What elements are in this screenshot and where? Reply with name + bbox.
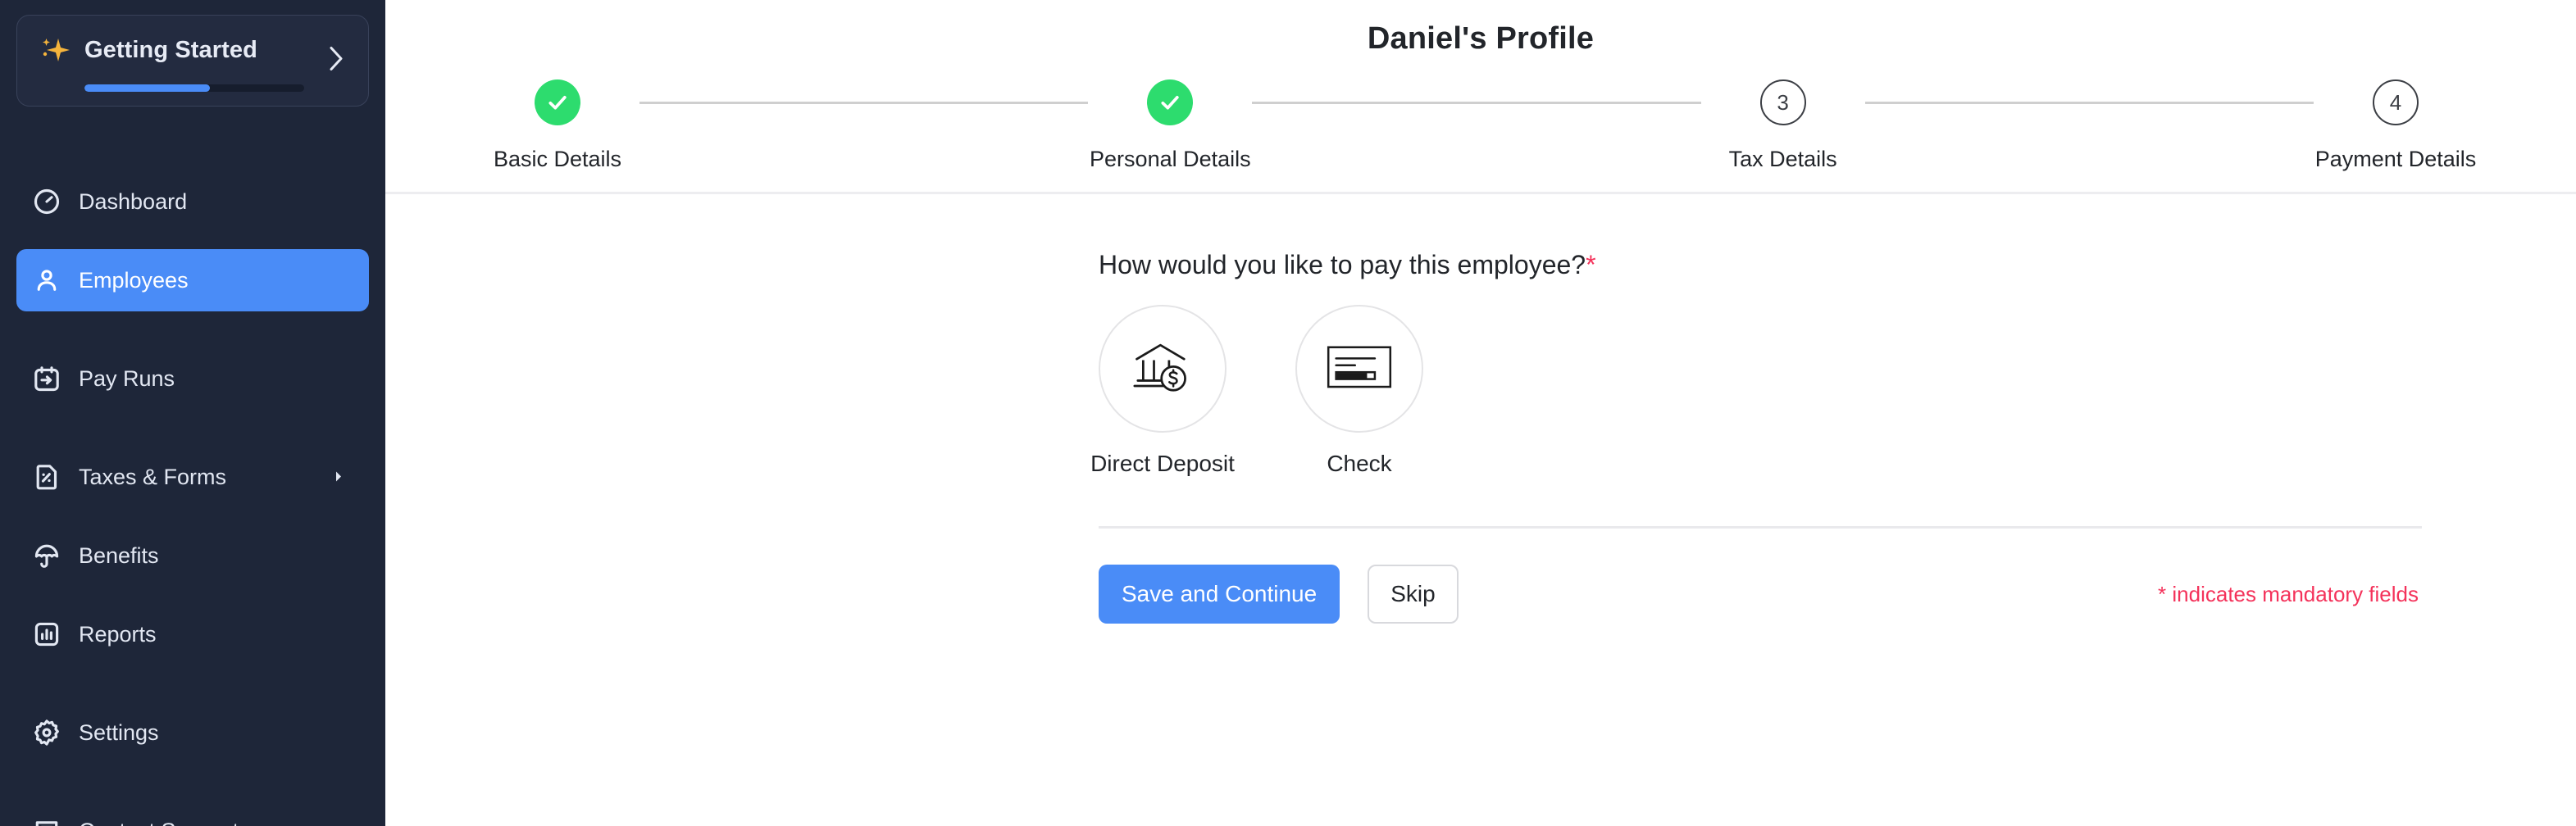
sidebar: Getting Started Dashboard Employees Pay Ru…: [0, 0, 385, 826]
sidebar-item-employees[interactable]: Employees: [16, 249, 369, 311]
save-and-continue-button[interactable]: Save and Continue: [1099, 565, 1340, 624]
stepper-step-label: Basic Details: [493, 147, 622, 171]
sidebar-item-taxes-forms[interactable]: Taxes & Forms: [16, 446, 369, 508]
progress-stepper: Basic Details Personal Details 3 Tax Detail…: [385, 79, 2576, 172]
calendar-arrow-icon: [31, 363, 62, 394]
stepper-step-label: Payment Details: [2314, 147, 2477, 171]
mandatory-fields-note: * indicates mandatory fields: [2158, 581, 2419, 606]
payment-option-label: Check: [1327, 451, 1392, 476]
sidebar-item-label: Dashboard: [79, 188, 188, 214]
stepper-step-label: Tax Details: [1728, 147, 1837, 171]
stepper-step-3[interactable]: 3 Tax Details: [1701, 79, 1865, 172]
payment-method-options: Direct Deposit Check: [1090, 305, 2422, 477]
dashboard-gauge-icon: [31, 186, 62, 217]
getting-started-card[interactable]: Getting Started: [16, 15, 369, 107]
skip-button[interactable]: Skip: [1368, 565, 1459, 624]
sidebar-item-contact-support[interactable]: Contact Support: [16, 800, 369, 826]
content-divider: [1099, 526, 2422, 529]
sidebar-item-benefits[interactable]: Benefits: [16, 524, 369, 587]
bank-dollar-icon[interactable]: [1099, 305, 1227, 433]
umbrella-icon: [31, 540, 62, 571]
step-number: 3: [1759, 79, 1806, 125]
question-label: How would you like to pay this employee?…: [1099, 250, 2422, 280]
sidebar-item-label: Settings: [79, 719, 159, 745]
sidebar-item-reports[interactable]: Reports: [16, 603, 369, 665]
stepper-connector: [1252, 102, 1701, 104]
sidebar-item-label: Pay Runs: [79, 365, 175, 391]
sidebar-nav: Dashboard Employees Pay Runs Taxes & Forms B…: [0, 134, 385, 826]
stepper-connector: [1864, 102, 2314, 104]
check-paper-icon[interactable]: [1295, 305, 1423, 433]
step-complete-check-icon: [535, 79, 580, 125]
sidebar-item-label: Employees: [79, 267, 189, 293]
gear-icon: [31, 717, 62, 748]
chat-bubble-icon: [31, 815, 62, 826]
sidebar-item-dashboard[interactable]: Dashboard: [16, 170, 369, 233]
step-complete-check-icon: [1147, 79, 1194, 125]
sidebar-item-settings[interactable]: Settings: [16, 701, 369, 764]
step-number: 4: [2372, 79, 2419, 125]
stepper-step-2[interactable]: Personal Details: [1088, 79, 1252, 172]
bar-chart-icon: [31, 619, 62, 650]
chevron-right-icon[interactable]: [325, 45, 347, 77]
getting-started-title: Getting Started: [84, 36, 257, 63]
sidebar-item-label: Taxes & Forms: [79, 464, 227, 489]
page-title: Daniel's Profile: [1367, 21, 1595, 56]
getting-started-header: Getting Started: [39, 34, 347, 66]
getting-started-progress-fill: [84, 84, 210, 92]
stepper-step-label: Personal Details: [1090, 147, 1251, 171]
main-content: Daniel's Profile Basic Details Personal D…: [385, 0, 2576, 826]
header-divider: [385, 192, 2576, 194]
stepper-step-4[interactable]: 4 Payment Details: [2314, 79, 2478, 172]
required-asterisk: *: [1586, 250, 1596, 279]
chevron-right-icon[interactable]: [333, 465, 344, 490]
payment-option-direct-deposit[interactable]: Direct Deposit: [1090, 305, 1235, 477]
stepper-connector: [639, 102, 1089, 104]
payment-option-check[interactable]: Check: [1295, 305, 1423, 477]
getting-started-progress: [84, 84, 304, 92]
sidebar-item-label: Reports: [79, 621, 157, 647]
document-percent-icon: [31, 461, 62, 492]
question-text: How would you like to pay this employee?: [1099, 250, 1586, 279]
sidebar-item-pay-runs[interactable]: Pay Runs: [16, 347, 369, 410]
user-icon: [31, 265, 62, 296]
sidebar-item-label: Benefits: [79, 542, 159, 568]
form-section: How would you like to pay this employee?…: [385, 250, 2576, 624]
sparkle-icon: [39, 34, 71, 66]
sidebar-item-label: Contact Support: [79, 819, 239, 826]
stepper-step-1[interactable]: Basic Details: [476, 79, 639, 172]
payment-option-label: Direct Deposit: [1090, 451, 1235, 476]
app-root: Getting Started Dashboard Employees Pay Ru…: [0, 0, 2576, 826]
form-actions: Save and Continue Skip * indicates manda…: [1099, 565, 2422, 624]
